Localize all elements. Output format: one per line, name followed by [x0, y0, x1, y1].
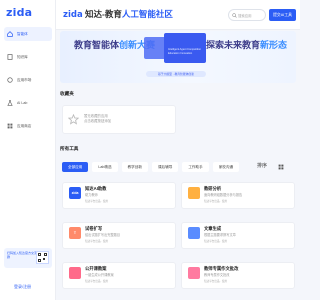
- tab-work[interactable]: 工作助手: [182, 162, 209, 172]
- community-promo: 扫码加入知达官方交流群: [4, 248, 52, 268]
- tool-meta: 知达平台出品 · 使用: [85, 240, 109, 243]
- banner-right-text: 探索未来教育新形态: [206, 40, 288, 50]
- sidebar-item-appstore[interactable]: 应用商店: [4, 119, 52, 133]
- site-title: zida 知达-教育人工智能社区: [63, 8, 173, 20]
- tool-meta: 知达平台出品 · 使用: [204, 200, 228, 203]
- tool-desc: 教师专属作文批改: [204, 273, 230, 277]
- grid-view-icon[interactable]: [278, 164, 284, 170]
- home-icon: [7, 31, 13, 37]
- title-text: 知达-教育: [82, 9, 122, 19]
- header: zida 知达-教育人工智能社区 提交AI工具: [56, 0, 300, 30]
- store-icon: [7, 77, 13, 83]
- banner-pill: 基于大模型 · 教育智能体创新: [146, 71, 206, 77]
- tool-logo: zida: [69, 187, 81, 199]
- banner-left-text: 教育智能体创新大赛: [74, 40, 156, 50]
- star-icon: [68, 114, 79, 125]
- tab-teaching[interactable]: 教学创新: [121, 162, 148, 172]
- login-button[interactable]: 登录/注册: [14, 284, 31, 290]
- competition-banner[interactable]: 教育智能体创新大赛 Intelligent Agent Competition …: [60, 31, 296, 83]
- sidebar-item-market[interactable]: 应用市场: [4, 73, 52, 87]
- favorites-empty-text: 暂无收藏的应用 点击收藏按钮添加: [84, 114, 112, 123]
- sidebar-nav: 智能体 知识库 应用市场 AI Lab 应用商店: [4, 27, 52, 142]
- tools-title: 所有工具: [60, 146, 79, 151]
- tool-card[interactable]: 公开课教案 一键生成公开课教案 知达平台出品 · 使用: [62, 262, 176, 289]
- tool-meta: 知达平台出品 · 使用: [204, 280, 228, 283]
- sidebar-item-label: AI Lab: [17, 101, 28, 105]
- sidebar-item-label: 智能体: [17, 31, 28, 36]
- banner-caption: Intelligent Agent Competition: [168, 48, 202, 51]
- tool-desc: 一键生成公开课教案: [85, 273, 114, 277]
- tab-lab[interactable]: Lab精选: [92, 162, 118, 172]
- tab-home-school[interactable]: 家校沟通: [212, 162, 240, 172]
- tool-desc: 助力教师: [85, 193, 98, 197]
- tab-tutoring[interactable]: 课后辅导: [151, 162, 179, 172]
- search-icon: [232, 13, 237, 18]
- tool-logo: T: [69, 227, 81, 239]
- sidebar-item-ailab[interactable]: AI Lab: [4, 96, 52, 110]
- lab-icon: [7, 100, 13, 106]
- sidebar-item-agent[interactable]: 智能体: [4, 27, 52, 41]
- sidebar: zida 智能体 知识库 应用市场 AI Lab 应用商店 扫码加入知达官方交流…: [0, 0, 56, 300]
- tool-meta: 知达平台出品 · 使用: [85, 280, 109, 283]
- tool-card[interactable]: 教师专属作文批改 教师专属作文批改 知达平台出品 · 使用: [181, 262, 295, 289]
- tool-meta: 知达平台出品 · 使用: [204, 240, 228, 243]
- brand-name: zida: [63, 10, 83, 20]
- tool-card[interactable]: 教研分析 面向教研组数据分析与报告 知达平台出品 · 使用: [181, 182, 295, 209]
- sidebar-item-label: 应用市场: [17, 77, 32, 82]
- search-input[interactable]: [238, 12, 264, 19]
- tab-all[interactable]: 全部应用: [62, 162, 89, 172]
- tools-tabs: 全部应用 Lab精选 教学创新 课后辅导 工作助手 家校沟通: [62, 162, 243, 174]
- banner-illustration: Intelligent Agent Competition Education …: [144, 33, 208, 65]
- tool-card[interactable]: zida 知达AI助教 助力教师 知达平台出品 · 使用: [62, 182, 176, 209]
- favorites-title: 收藏夹: [60, 91, 74, 96]
- tool-meta: 知达平台出品 · 使用: [85, 200, 109, 203]
- banner-caption: Education Innovation: [168, 52, 193, 55]
- tool-desc: 面向教研组数据分析与报告: [204, 193, 243, 197]
- search-box[interactable]: [228, 9, 266, 21]
- tool-desc: 根据主题要求撰写文章: [204, 233, 236, 237]
- tool-card[interactable]: 文章生成 根据主题要求撰写文章 知达平台出品 · 使用: [181, 222, 295, 249]
- submit-tool-button[interactable]: 提交AI工具: [269, 9, 296, 21]
- favorites-empty-card: 暂无收藏的应用 点击收藏按钮添加: [62, 105, 176, 134]
- promo-text: 扫码加入知达官方交流群: [7, 251, 38, 259]
- sidebar-item-label: 应用商店: [17, 123, 32, 128]
- sidebar-item-knowledge[interactable]: 知识库: [4, 50, 52, 64]
- tool-logo: [69, 267, 81, 279]
- logo: zida: [6, 6, 33, 19]
- sidebar-item-label: 知识库: [17, 54, 28, 59]
- book-icon: [7, 54, 13, 60]
- tool-logo: [188, 227, 200, 239]
- title-highlight: 人工智能社区: [121, 9, 173, 19]
- tool-desc: 给出试题扩写出完整题目: [85, 233, 121, 237]
- tool-logo: [188, 187, 200, 199]
- sort-button[interactable]: 排序: [257, 162, 267, 169]
- grid-icon: [7, 123, 13, 129]
- qr-code: [36, 251, 49, 264]
- tool-logo: [188, 267, 200, 279]
- tool-card[interactable]: T 试卷扩写 给出试题扩写出完整题目 知达平台出品 · 使用: [62, 222, 176, 249]
